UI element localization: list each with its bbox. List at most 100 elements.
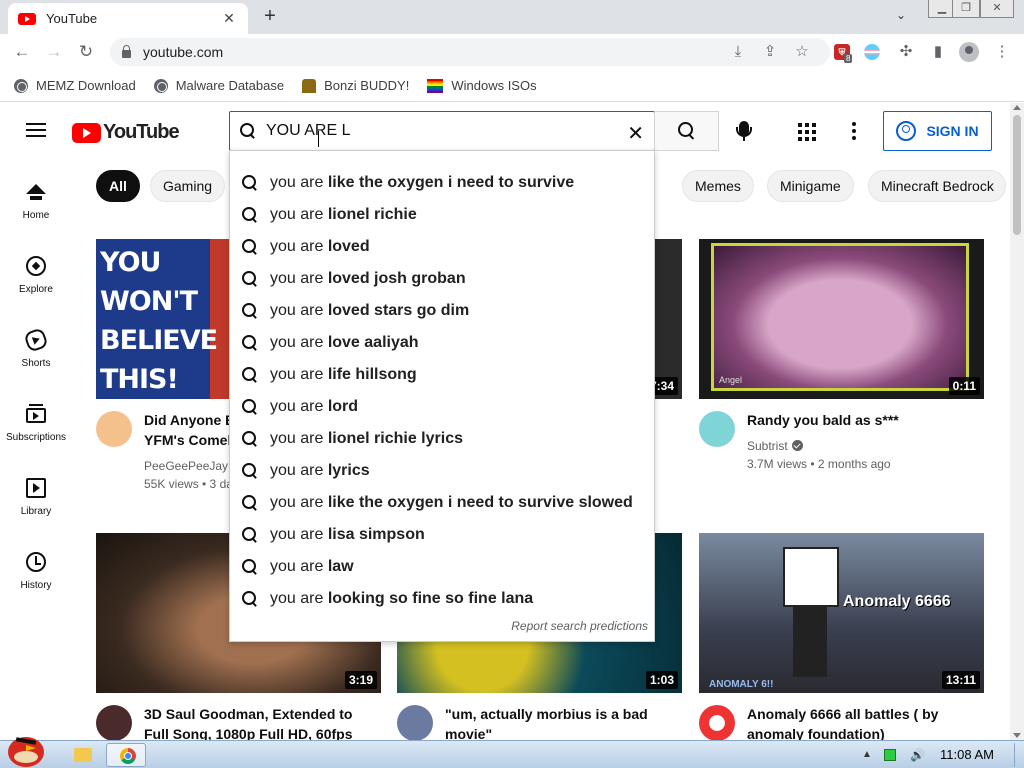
scrollbar-thumb[interactable]: [1013, 115, 1021, 235]
search-suggestion[interactable]: you are loved stars go dim: [230, 295, 654, 327]
tab-close-icon[interactable]: ✕: [220, 10, 238, 27]
reload-button[interactable]: ↻: [74, 40, 98, 64]
bookmark-windows-isos[interactable]: Windows ISOs: [427, 78, 537, 93]
chip-gaming[interactable]: Gaming: [150, 170, 226, 202]
network-tray-icon[interactable]: [884, 749, 896, 761]
extensions-puzzle-icon[interactable]: ✣: [896, 42, 916, 62]
search-suggestion[interactable]: you are like the oxygen i need to surviv…: [230, 167, 654, 199]
new-tab-button[interactable]: +: [258, 5, 282, 28]
profile-avatar[interactable]: [959, 42, 979, 62]
show-desktop-button[interactable]: [1014, 743, 1024, 767]
video-thumbnail[interactable]: Anomaly 6666 ANOMALY 6!! 13:11: [699, 533, 984, 693]
back-button[interactable]: ←: [10, 40, 34, 64]
search-suggestion[interactable]: you are lisa simpson: [230, 519, 654, 551]
video-thumbnail[interactable]: Angel 0:11: [699, 239, 984, 399]
scroll-down-arrow-icon[interactable]: [1013, 733, 1021, 738]
trans-flag-extension-icon[interactable]: [864, 44, 884, 64]
chip-memes[interactable]: Memes: [682, 170, 754, 202]
rainbow-flag-icon: [427, 78, 444, 93]
browser-menu-icon[interactable]: ⋮: [992, 42, 1012, 62]
search-suggestion[interactable]: you are lyrics: [230, 455, 654, 487]
bookmark-malware-database[interactable]: Malware Database: [153, 78, 284, 93]
channel-avatar[interactable]: [699, 411, 735, 447]
verified-check-icon: [791, 440, 803, 451]
bookmark-memz[interactable]: MEMZ Download: [14, 78, 136, 93]
settings-kebab-icon[interactable]: [852, 122, 856, 140]
channel-avatar[interactable]: [96, 705, 132, 741]
voice-search-mic-icon[interactable]: [736, 121, 752, 141]
search-suggestion[interactable]: you are looking so fine so fine lana: [230, 583, 654, 615]
forward-button[interactable]: →: [42, 40, 66, 64]
install-app-icon[interactable]: ⤓: [728, 42, 748, 62]
search-suggestion[interactable]: you are life hillsong: [230, 359, 654, 391]
video-title[interactable]: Anomaly 6666 all battles ( by anomaly fou…: [747, 704, 987, 744]
sidebar-item-library[interactable]: Library: [0, 456, 72, 526]
search-icon: [242, 431, 258, 447]
search-suggestion[interactable]: you are lionel richie lyrics: [230, 423, 654, 455]
chip-minigame[interactable]: Minigame: [767, 170, 854, 202]
lock-icon[interactable]: [122, 45, 131, 58]
browser-tab-strip: YouTube ✕ + ⌄ ▁ ❐ ✕: [0, 0, 1024, 34]
youtube-logo[interactable]: YouTube: [72, 121, 180, 144]
sidebar-item-shorts[interactable]: Shorts: [0, 308, 72, 378]
page-scrollbar[interactable]: [1010, 103, 1024, 740]
chip-all[interactable]: All: [96, 170, 140, 202]
search-suggestion[interactable]: you are lord: [230, 391, 654, 423]
browser-toolbar: ← → ↻ youtube.com ⤓ ⇪ ☆ ⛨ 8 ✣ ▮ ⋮: [0, 34, 1024, 70]
channel-avatar[interactable]: [699, 705, 735, 741]
address-bar[interactable]: youtube.com: [110, 38, 830, 66]
sidebar-item-history[interactable]: History: [0, 530, 72, 600]
video-title[interactable]: "um, actually morbius is a bad movie": [445, 704, 685, 744]
sidebar-item-explore[interactable]: Explore: [0, 234, 72, 304]
clear-search-icon[interactable]: ✕: [627, 121, 644, 146]
share-icon[interactable]: ⇪: [760, 42, 780, 62]
sign-in-button[interactable]: SIGN IN: [883, 111, 992, 151]
channel-avatar[interactable]: [96, 411, 132, 447]
hamburger-menu-icon[interactable]: [26, 123, 46, 137]
video-meta: 3.7M views • 2 months ago: [747, 457, 891, 471]
maximize-button[interactable]: ❐: [952, 0, 980, 18]
taskbar-explorer[interactable]: [62, 743, 102, 767]
chip-minecraft-bedrock[interactable]: Minecraft Bedrock: [868, 170, 1006, 202]
search-suggestion[interactable]: you are loved josh groban: [230, 263, 654, 295]
video-title[interactable]: 3D Saul Goodman, Extended to Full Song, 1…: [144, 704, 384, 744]
channel-avatar[interactable]: [397, 705, 433, 741]
search-suggestion[interactable]: you are love aaliyah: [230, 327, 654, 359]
search-suggestion[interactable]: you are law: [230, 551, 654, 583]
search-suggestion[interactable]: you are like the oxygen i need to surviv…: [230, 487, 654, 519]
close-window-button[interactable]: ✕: [980, 0, 1014, 18]
video-title[interactable]: Did Anyone El YFM's Comeb: [144, 410, 230, 450]
sidebar-item-home[interactable]: Home: [0, 160, 72, 230]
tab-search-chevron-icon[interactable]: ⌄: [896, 8, 906, 22]
video-duration: 1:03: [645, 671, 678, 689]
apps-grid-icon[interactable]: [798, 123, 816, 141]
channel-name[interactable]: PeeGeePeeJay: [144, 459, 230, 473]
taskbar-clock[interactable]: 11:08 AM: [940, 747, 994, 762]
side-panel-icon[interactable]: ▮: [928, 42, 948, 62]
globe-icon: [14, 78, 28, 93]
explore-icon: [26, 256, 46, 276]
tray-expand-icon[interactable]: ▲: [862, 749, 874, 761]
channel-name[interactable]: Subtrist: [747, 439, 803, 453]
sidebar-item-subscriptions[interactable]: Subscriptions: [0, 382, 72, 452]
taskbar-chrome[interactable]: [106, 743, 146, 767]
search-icon: [242, 399, 258, 415]
search-icon: [242, 207, 258, 223]
search-icon: [242, 335, 258, 351]
bookmark-star-icon[interactable]: ☆: [792, 42, 812, 62]
angry-bird-start-icon[interactable]: [4, 731, 48, 768]
search-icon: [677, 122, 696, 140]
search-suggestion[interactable]: you are loved: [230, 231, 654, 263]
video-title[interactable]: Randy you bald as s***: [747, 410, 987, 430]
bookmark-bonzi-buddy[interactable]: Bonzi BUDDY!: [302, 78, 409, 93]
search-button[interactable]: [654, 111, 719, 151]
browser-tab-youtube[interactable]: YouTube ✕: [8, 3, 248, 34]
scroll-up-arrow-icon[interactable]: [1013, 105, 1021, 110]
search-suggestion[interactable]: you are lionel richie: [230, 199, 654, 231]
home-icon: [26, 184, 46, 200]
thumbnail-caption: Angel: [719, 375, 743, 385]
report-search-predictions-link[interactable]: Report search predictions: [511, 619, 648, 633]
search-icon: [242, 239, 258, 255]
volume-tray-icon[interactable]: 🔊: [910, 749, 925, 761]
search-input[interactable]: [266, 122, 606, 140]
